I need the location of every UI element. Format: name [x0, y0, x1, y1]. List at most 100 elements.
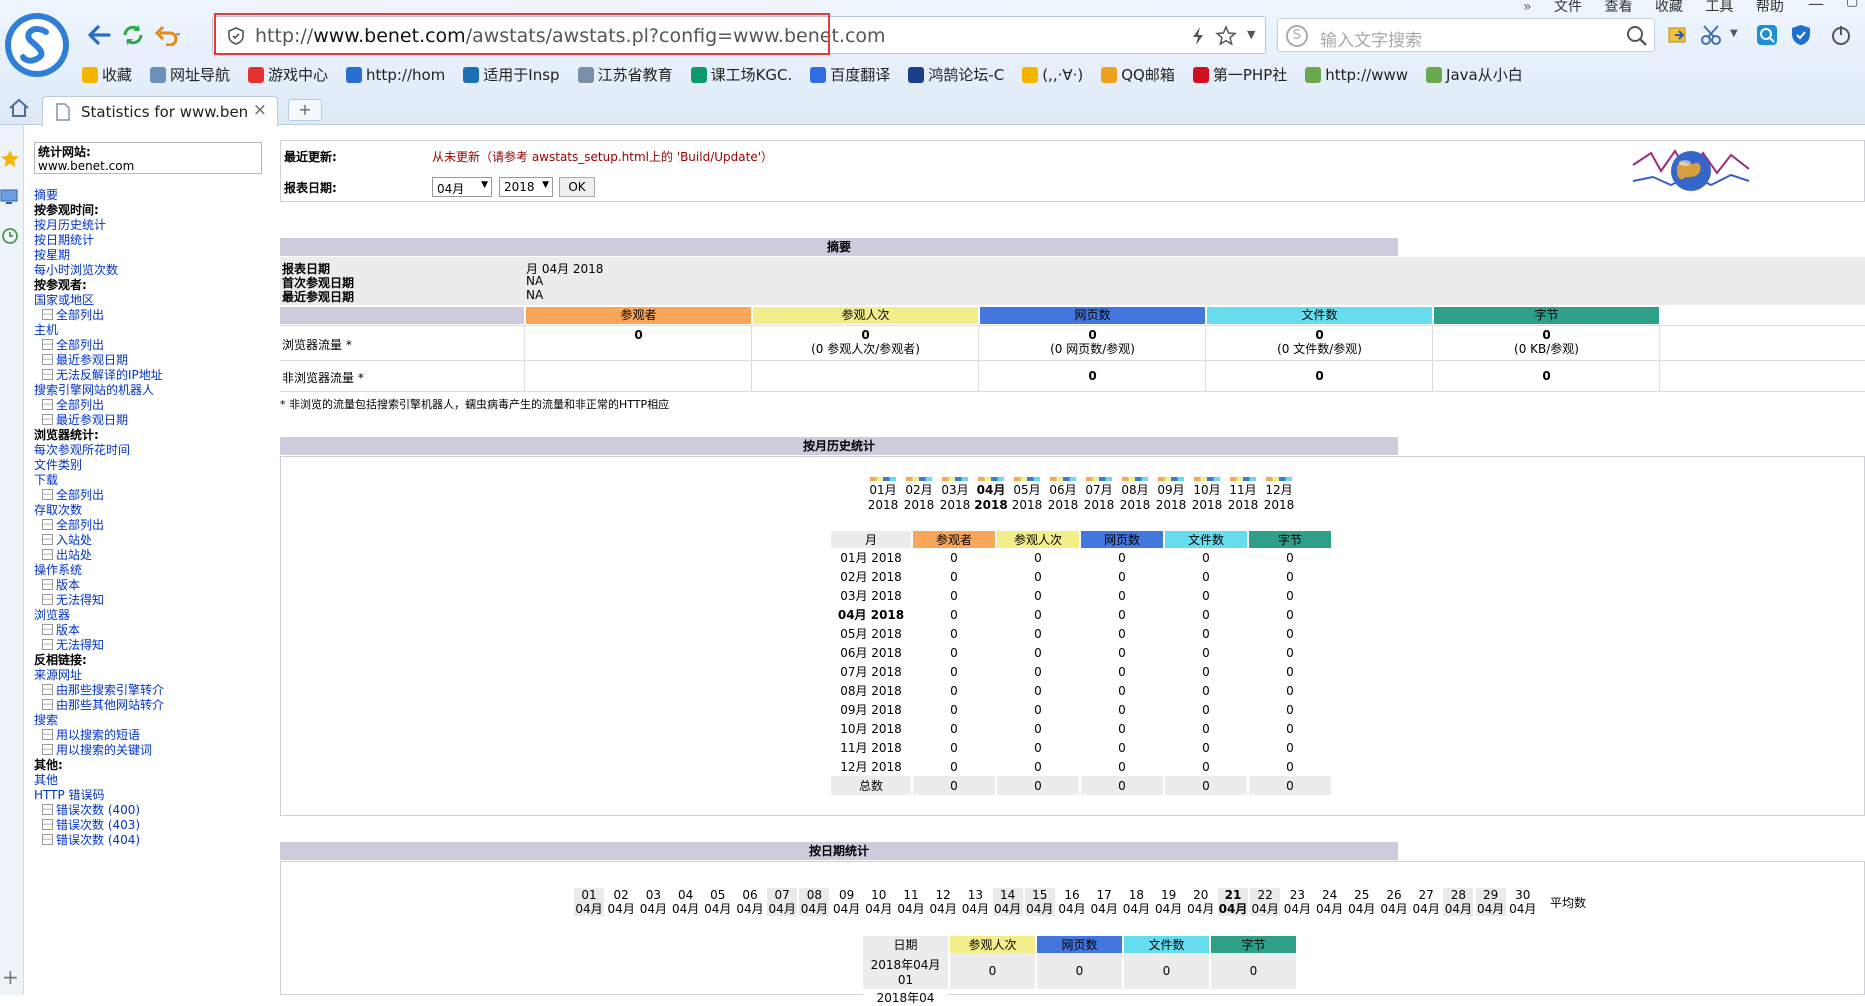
- new-tab-button[interactable]: +: [288, 99, 322, 121]
- menu-subitem[interactable]: 用以搜索的关键词: [34, 743, 262, 758]
- menu-link[interactable]: 下载: [34, 473, 58, 487]
- menu-subitem[interactable]: 最近参观日期: [34, 353, 262, 368]
- menu-item[interactable]: 每次参观所花时间: [34, 443, 262, 458]
- menu-subitem[interactable]: 无法反解译的IP地址: [34, 368, 262, 383]
- menu-link[interactable]: 版本: [42, 623, 80, 637]
- bookmark-item[interactable]: 适用于Insp: [463, 64, 560, 85]
- scissors-dropdown-icon[interactable]: ▼: [1730, 28, 1738, 39]
- tab-statistics[interactable]: Statistics for www.ben ×: [42, 96, 278, 126]
- menu-expand-icon[interactable]: »: [1523, 0, 1532, 15]
- menu-item[interactable]: 浏览器: [34, 608, 262, 623]
- menu-link[interactable]: 按月历史统计: [34, 218, 106, 232]
- menu-subitem[interactable]: 版本: [34, 623, 262, 638]
- menu-item[interactable]: 来源网址: [34, 668, 262, 683]
- menu-link[interactable]: 错误次数 (403): [42, 818, 140, 832]
- menu-link[interactable]: 全部列出: [42, 398, 104, 412]
- menu-item[interactable]: HTTP 错误码: [34, 788, 262, 803]
- bookmark-item[interactable]: 百度翻译: [810, 64, 890, 85]
- search-icon[interactable]: [1626, 25, 1648, 47]
- menu-item[interactable]: 搜索: [34, 713, 262, 728]
- menu-subitem[interactable]: 版本: [34, 578, 262, 593]
- menu-link[interactable]: 文件类别: [34, 458, 82, 472]
- home-icon[interactable]: [8, 98, 30, 118]
- menu-subitem[interactable]: 错误次数 (400): [34, 803, 262, 818]
- menu-subitem[interactable]: 最近参观日期: [34, 413, 262, 428]
- bookmark-item[interactable]: 课工场KGC.: [690, 64, 792, 85]
- menu-link[interactable]: 用以搜索的短语: [42, 728, 140, 742]
- security-shield-icon[interactable]: [1790, 24, 1812, 46]
- menu-link[interactable]: 最近参观日期: [42, 353, 128, 367]
- window-restore-icon[interactable]: ▢: [1846, 0, 1858, 9]
- menu-link[interactable]: 按星期: [34, 248, 70, 262]
- menu-link[interactable]: 搜索: [34, 713, 58, 727]
- search-engine-icon[interactable]: S: [1286, 25, 1308, 47]
- search-box[interactable]: S 输入文字搜索: [1277, 18, 1655, 52]
- bookmark-item[interactable]: Java从小白: [1426, 64, 1523, 85]
- history-clock-icon[interactable]: [1, 227, 19, 245]
- menu-link[interactable]: 其他: [34, 773, 58, 787]
- bookmark-item[interactable]: 鸿鹄论坛-C: [908, 64, 1004, 85]
- menu-link[interactable]: 摘要: [34, 188, 58, 202]
- menu-file[interactable]: 文件: [1554, 0, 1582, 15]
- bookmark-item[interactable]: 收藏: [82, 64, 132, 85]
- menu-view[interactable]: 查看: [1604, 0, 1632, 15]
- bookmark-item[interactable]: (,,·∀·): [1022, 66, 1083, 84]
- menu-subitem[interactable]: 全部列出: [34, 308, 262, 323]
- menu-link[interactable]: 按日期统计: [34, 233, 94, 247]
- menu-link[interactable]: 错误次数 (400): [42, 803, 140, 817]
- menu-item[interactable]: 每小时浏览次数: [34, 263, 262, 278]
- menu-link[interactable]: 来源网址: [34, 668, 82, 682]
- menu-subitem[interactable]: 错误次数 (404): [34, 833, 262, 848]
- menu-item[interactable]: 操作系统: [34, 563, 262, 578]
- menu-link[interactable]: 用以搜索的关键词: [42, 743, 152, 757]
- undo-close-button[interactable]: [154, 22, 180, 48]
- menu-subitem[interactable]: 由那些其他网站转介: [34, 698, 262, 713]
- menu-item[interactable]: 搜索引擎网站的机器人: [34, 383, 262, 398]
- refresh-button[interactable]: [120, 22, 146, 48]
- menu-subitem[interactable]: 由那些搜索引擎转介: [34, 683, 262, 698]
- menu-link[interactable]: 每小时浏览次数: [34, 263, 118, 277]
- menu-subitem[interactable]: 无法得知: [34, 593, 262, 608]
- menu-item[interactable]: 文件类别: [34, 458, 262, 473]
- menu-favorites[interactable]: 收藏: [1655, 0, 1683, 15]
- menu-subitem[interactable]: 全部列出: [34, 338, 262, 353]
- menu-link[interactable]: 国家或地区: [34, 293, 94, 307]
- menu-link[interactable]: 全部列出: [42, 308, 104, 322]
- bookmark-item[interactable]: QQ邮箱: [1101, 64, 1175, 85]
- screen-icon[interactable]: [0, 188, 18, 206]
- bookmark-item[interactable]: http://hom: [346, 66, 445, 84]
- power-icon[interactable]: [1830, 24, 1852, 46]
- favorite-star-icon[interactable]: [1215, 25, 1237, 47]
- menu-link[interactable]: 搜索引擎网站的机器人: [34, 383, 154, 397]
- menu-link[interactable]: 全部列出: [42, 518, 104, 532]
- menu-link[interactable]: 由那些搜索引擎转介: [42, 683, 164, 697]
- address-dropdown-icon[interactable]: ▼: [1247, 28, 1255, 41]
- menu-link[interactable]: 操作系统: [34, 563, 82, 577]
- month-select[interactable]: 04月 ▼: [432, 177, 492, 197]
- menu-subitem[interactable]: 用以搜索的短语: [34, 728, 262, 743]
- ok-button[interactable]: OK: [559, 177, 595, 197]
- menu-item[interactable]: 按星期: [34, 248, 262, 263]
- menu-item[interactable]: 国家或地区: [34, 293, 262, 308]
- back-button[interactable]: [86, 22, 112, 48]
- window-minimize-icon[interactable]: —: [1808, 0, 1824, 13]
- menu-link[interactable]: 无法得知: [42, 638, 104, 652]
- menu-link[interactable]: 最近参观日期: [42, 413, 128, 427]
- menu-link[interactable]: 主机: [34, 323, 58, 337]
- bookmark-item[interactable]: 第一PHP社: [1192, 64, 1287, 85]
- lightning-icon[interactable]: [1191, 26, 1205, 46]
- awstats-logo[interactable]: [1631, 145, 1751, 197]
- menu-link[interactable]: 由那些其他网站转介: [42, 698, 164, 712]
- menu-item[interactable]: 摘要: [34, 188, 262, 203]
- menu-link[interactable]: 全部列出: [42, 488, 104, 502]
- menu-item[interactable]: 其他: [34, 773, 262, 788]
- menu-help[interactable]: 帮助: [1756, 0, 1784, 15]
- menu-subitem[interactable]: 全部列出: [34, 398, 262, 413]
- menu-subitem[interactable]: 全部列出: [34, 518, 262, 533]
- address-bar[interactable]: http://www.benet.com/awstats/awstats.pl?…: [212, 16, 1266, 54]
- zoom-tool-icon[interactable]: [1756, 24, 1778, 46]
- menu-item[interactable]: 下载: [34, 473, 262, 488]
- menu-tools[interactable]: 工具: [1705, 0, 1733, 15]
- menu-item[interactable]: 按日期统计: [34, 233, 262, 248]
- favorites-star-icon[interactable]: [0, 149, 20, 169]
